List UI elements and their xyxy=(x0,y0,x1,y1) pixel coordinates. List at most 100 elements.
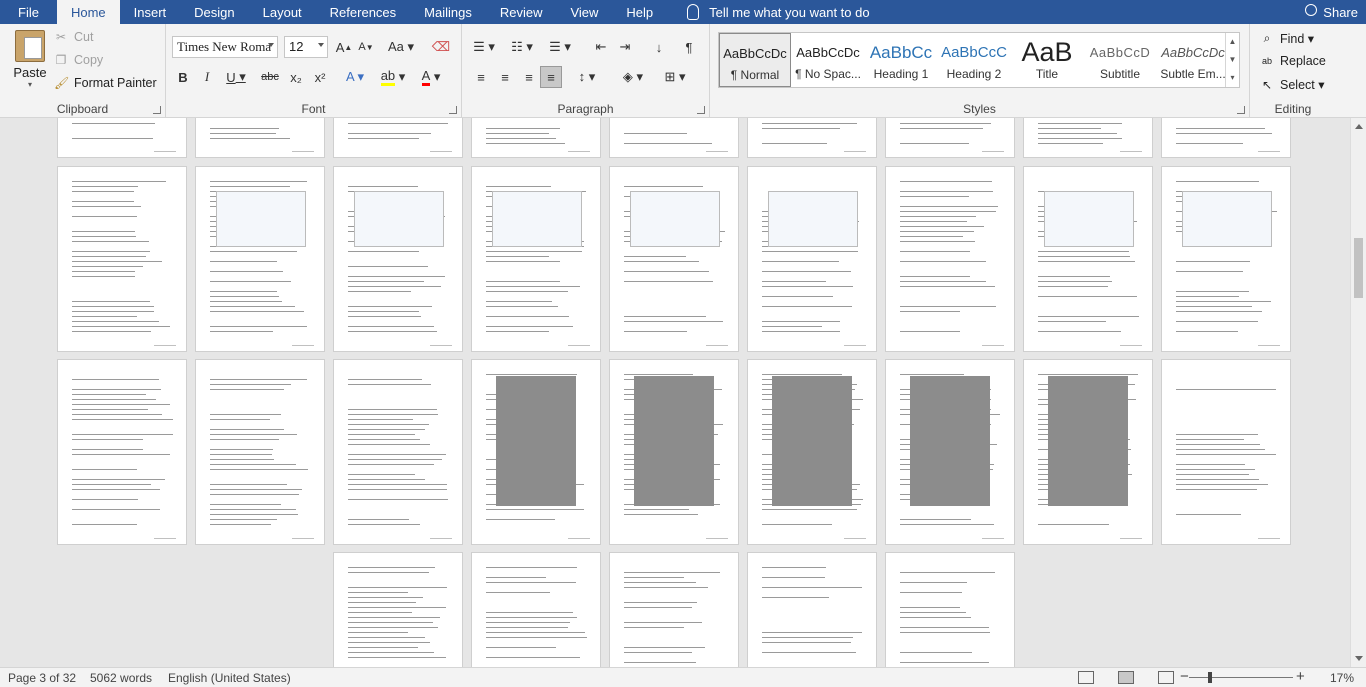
web-layout-icon[interactable] xyxy=(1158,671,1174,684)
zoom-out-button[interactable]: − xyxy=(1180,668,1189,685)
style-heading-1[interactable]: AaBbCc Heading 1 xyxy=(865,33,937,87)
clear-formatting-icon[interactable]: ⌫ xyxy=(430,36,452,58)
word-count[interactable]: 5062 words xyxy=(90,671,152,685)
page-thumbnail[interactable] xyxy=(195,118,325,158)
document-canvas[interactable] xyxy=(0,118,1350,667)
bullets-button[interactable]: ☰ ▾ xyxy=(470,36,498,58)
show-marks-button[interactable]: ¶ xyxy=(678,36,700,58)
font-name-field[interactable]: Times New Roma xyxy=(172,36,278,58)
increase-indent-button[interactable]: ⇥ xyxy=(614,36,636,58)
style-subtle-emphasis[interactable]: AaBbCcDc Subtle Em... xyxy=(1157,33,1229,87)
tab-help[interactable]: Help xyxy=(612,0,667,24)
page-thumbnail[interactable] xyxy=(57,118,187,158)
decrease-indent-button[interactable]: ⇤ xyxy=(590,36,612,58)
borders-button[interactable]: ⊞ ▾ xyxy=(658,66,692,88)
scroll-up-icon[interactable] xyxy=(1355,124,1363,129)
page-thumbnail[interactable] xyxy=(609,552,739,667)
tab-insert[interactable]: Insert xyxy=(120,0,181,24)
page-thumbnail[interactable] xyxy=(885,552,1015,667)
page-thumbnail[interactable] xyxy=(747,552,877,667)
style-title[interactable]: AaB Title xyxy=(1011,33,1083,87)
subscript-button[interactable]: x₂ xyxy=(286,66,306,88)
highlight-button[interactable]: ab ▾ xyxy=(378,66,408,88)
page-thumbnail[interactable] xyxy=(57,359,187,545)
zoom-slider-handle[interactable] xyxy=(1208,672,1212,683)
vertical-scrollbar[interactable] xyxy=(1350,118,1366,667)
grow-font-button[interactable]: A ▲ xyxy=(334,36,354,58)
page-thumbnail[interactable] xyxy=(885,166,1015,352)
page-thumbnail[interactable] xyxy=(747,118,877,158)
zoom-in-button[interactable]: + xyxy=(1296,668,1305,685)
tab-review[interactable]: Review xyxy=(486,0,557,24)
gallery-scroll[interactable]: ▲ ▼ ▾ xyxy=(1225,33,1239,87)
font-launcher-icon[interactable] xyxy=(449,106,457,114)
read-mode-icon[interactable] xyxy=(1078,671,1094,684)
find-button[interactable]: ⌕ Find ▾ xyxy=(1260,31,1314,46)
page-thumbnail[interactable] xyxy=(471,118,601,158)
style-subtitle[interactable]: AaBbCcD Subtitle xyxy=(1084,33,1156,87)
italic-button[interactable]: I xyxy=(198,66,216,88)
tab-file[interactable]: File xyxy=(0,0,57,24)
page-thumbnail[interactable] xyxy=(609,118,739,158)
styles-launcher-icon[interactable] xyxy=(1237,106,1245,114)
justify-button[interactable]: ≡ xyxy=(540,66,562,88)
superscript-button[interactable]: x² xyxy=(310,66,330,88)
strikethrough-button[interactable]: abc xyxy=(258,66,282,88)
page-thumbnail[interactable] xyxy=(333,359,463,545)
page-thumbnail[interactable] xyxy=(333,118,463,158)
font-color-button[interactable]: A ▾ xyxy=(416,66,446,88)
multilevel-list-button[interactable]: ☰ ▾ xyxy=(546,36,574,58)
tab-references[interactable]: References xyxy=(316,0,410,24)
page-thumbnail[interactable] xyxy=(1023,166,1153,352)
language-indicator[interactable]: English (United States) xyxy=(168,671,291,685)
style-normal[interactable]: AaBbCcDc ¶ Normal xyxy=(719,33,791,87)
tell-me-box[interactable]: Tell me what you want to do xyxy=(667,0,870,24)
sort-button[interactable]: ↓ xyxy=(648,36,670,58)
page-thumbnail[interactable] xyxy=(195,166,325,352)
page-thumbnail[interactable] xyxy=(333,552,463,667)
page-thumbnail[interactable] xyxy=(1161,118,1291,158)
tab-mailings[interactable]: Mailings xyxy=(410,0,486,24)
page-thumbnail[interactable] xyxy=(471,552,601,667)
scroll-thumb[interactable] xyxy=(1354,238,1363,298)
numbering-button[interactable]: ☷ ▾ xyxy=(508,36,536,58)
page-thumbnail[interactable] xyxy=(333,166,463,352)
select-button[interactable]: ↖ Select ▾ xyxy=(1260,77,1325,93)
font-size-field[interactable]: 12 xyxy=(284,36,328,58)
page-thumbnail[interactable] xyxy=(471,166,601,352)
page-thumbnail[interactable] xyxy=(195,359,325,545)
tab-home[interactable]: Home xyxy=(56,0,120,24)
page-thumbnail[interactable] xyxy=(471,359,601,545)
tab-layout[interactable]: Layout xyxy=(249,0,316,24)
copy-button[interactable]: ❐ Copy xyxy=(54,53,104,67)
page-thumbnail[interactable] xyxy=(1023,359,1153,545)
page-thumbnail[interactable] xyxy=(1023,118,1153,158)
zoom-level[interactable]: 17% xyxy=(1330,671,1354,685)
paste-button[interactable]: Paste ▾ xyxy=(10,30,50,89)
cut-button[interactable]: ✂ Cut xyxy=(54,30,93,44)
page-thumbnail[interactable] xyxy=(885,118,1015,158)
page-thumbnail[interactable] xyxy=(609,359,739,545)
shrink-font-button[interactable]: A ▼ xyxy=(356,36,376,58)
share-button[interactable]: Share xyxy=(1305,0,1358,24)
shading-button[interactable]: ◈ ▾ xyxy=(616,66,650,88)
page-thumbnail[interactable] xyxy=(747,359,877,545)
style-heading-2[interactable]: AaBbCcC Heading 2 xyxy=(938,33,1010,87)
style-no-spacing[interactable]: AaBbCcDc ¶ No Spac... xyxy=(792,33,864,87)
text-effects-button[interactable]: A ▾ xyxy=(340,66,370,88)
format-painter-button[interactable]: 🖌 Format Painter xyxy=(54,76,157,90)
page-thumbnail[interactable] xyxy=(747,166,877,352)
page-thumbnail[interactable] xyxy=(1161,359,1291,545)
tab-view[interactable]: View xyxy=(556,0,612,24)
underline-button[interactable]: U ▾ xyxy=(222,66,250,88)
align-center-button[interactable]: ≡ xyxy=(494,66,516,88)
align-right-button[interactable]: ≡ xyxy=(518,66,540,88)
line-spacing-button[interactable]: ↕ ▾ xyxy=(570,66,604,88)
replace-button[interactable]: ab Replace xyxy=(1260,54,1326,68)
clipboard-launcher-icon[interactable] xyxy=(153,106,161,114)
scroll-down-icon[interactable] xyxy=(1355,656,1363,661)
page-thumbnail[interactable] xyxy=(885,359,1015,545)
zoom-slider[interactable] xyxy=(1189,677,1293,678)
tab-design[interactable]: Design xyxy=(180,0,248,24)
change-case-button[interactable]: Aa ▾ xyxy=(386,36,416,58)
